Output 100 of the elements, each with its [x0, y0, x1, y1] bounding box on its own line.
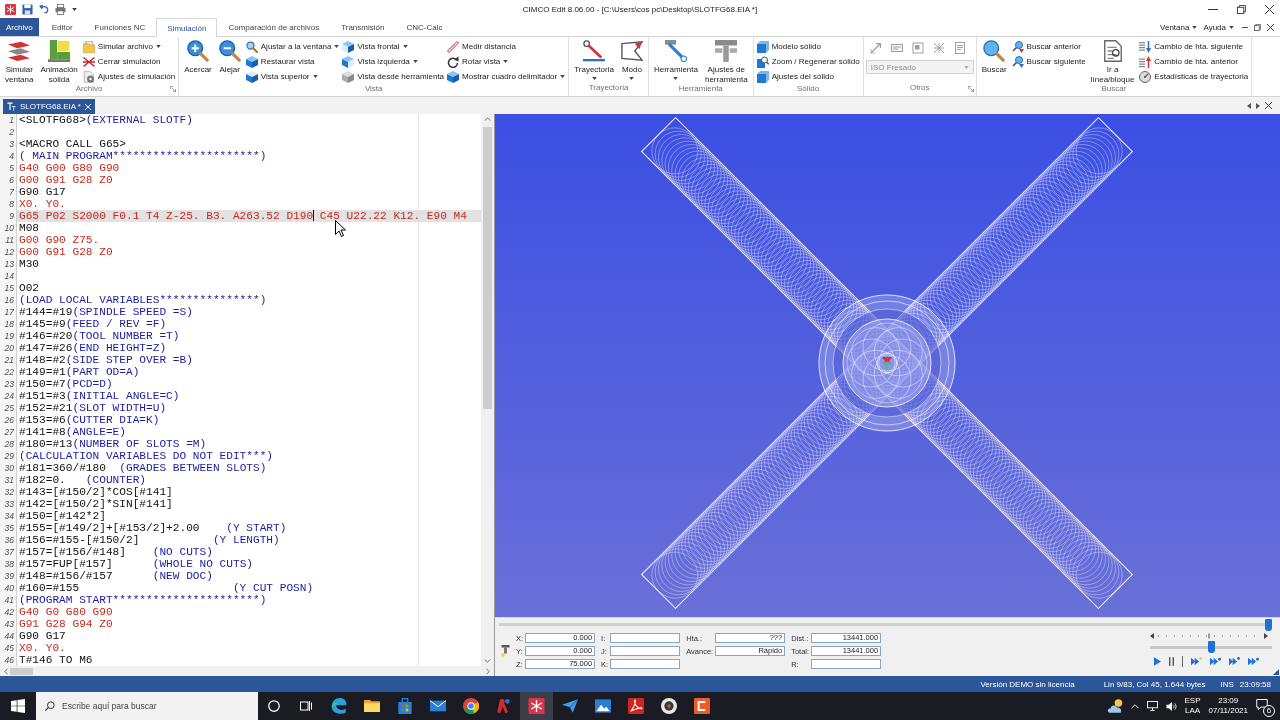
snowflake-tile-icon[interactable] [520, 692, 553, 720]
envelope-icon[interactable] [429, 698, 446, 714]
file-tab[interactable]: Archivo [0, 18, 39, 36]
ribbon-button[interactable]: Restaurar vista [244, 54, 341, 69]
fast-forward-icon[interactable] [1229, 657, 1240, 666]
ribbon-button[interactable]: Cerrar simulación [81, 54, 177, 69]
value-field[interactable] [610, 646, 681, 656]
ribbon-tab[interactable]: Simulación [156, 18, 218, 37]
ribbon-tab[interactable]: Funciones NC [83, 18, 157, 36]
cloud-sun-icon[interactable] [1106, 699, 1123, 713]
close-icon[interactable] [1265, 102, 1272, 109]
ribbon-button[interactable]: Vista frontal [341, 39, 446, 54]
minimize-icon[interactable] [1208, 8, 1218, 10]
slider-thumb[interactable] [1207, 641, 1215, 653]
scroll-left-icon[interactable] [1247, 102, 1251, 109]
ribbon-button[interactable]: Simular ventana [2, 39, 37, 84]
ribbon-button[interactable]: Ir a línea/bloque [1087, 39, 1138, 84]
swirl-icon[interactable] [330, 698, 347, 714]
ribbon-button[interactable]: Medir distancia [446, 39, 567, 54]
landscape-icon[interactable] [594, 698, 611, 714]
shopping-bag-icon[interactable] [396, 698, 413, 714]
printer-icon[interactable] [55, 3, 66, 15]
undo-icon[interactable] [39, 4, 49, 14]
ribbon-button[interactable]: Herramienta [650, 39, 701, 80]
ribbon-tab[interactable]: CNC-Calc [395, 18, 454, 36]
close-icon[interactable] [1267, 23, 1274, 31]
value-field[interactable] [811, 659, 882, 669]
ribbon-button[interactable]: Buscar anterior [1010, 39, 1087, 54]
horizontal-scrollbar[interactable] [0, 666, 494, 676]
ribbon-button[interactable]: Ajustes del sólido [755, 69, 861, 84]
ribbon-button[interactable]: Modo [617, 39, 646, 80]
close-icon[interactable] [1265, 4, 1274, 14]
restore-icon[interactable] [1254, 23, 1261, 31]
simulation-viewport[interactable] [495, 114, 1280, 617]
ribbon-button[interactable]: Ajustes de simulación [81, 69, 177, 84]
list-arrow-icon [1139, 55, 1152, 68]
caret-icon[interactable] [72, 7, 77, 11]
bracket-tile-icon[interactable] [693, 698, 710, 714]
ribbon-button[interactable]: Buscar [978, 39, 1010, 75]
ribbon-button[interactable]: Acercar [181, 39, 215, 75]
ribbon-button[interactable]: Ajustar a la ventana [244, 39, 341, 54]
ribbon-button[interactable]: Vista izquierda [341, 54, 446, 69]
circle-icon[interactable] [268, 700, 280, 712]
ribbon-button[interactable]: Cambio de hta. anterior [1138, 54, 1250, 69]
input-language[interactable]: ESP [1184, 696, 1201, 706]
scroll-right-icon[interactable] [1256, 102, 1260, 109]
ribbon-button[interactable]: Vista desde herramienta [341, 69, 446, 84]
start-icon[interactable] [11, 699, 25, 713]
segmented-circle-icon[interactable] [462, 698, 479, 714]
minimize-icon[interactable] [1242, 26, 1248, 28]
ribbon-button[interactable]: Mostrar cuadro delimitador [446, 69, 567, 84]
fast-forward-icon[interactable] [1210, 657, 1221, 666]
ribbon-button[interactable]: Buscar siguiente [1010, 54, 1087, 69]
save-icon[interactable] [22, 3, 33, 15]
launcher-icon[interactable] [170, 86, 177, 92]
pause-icon[interactable] [1169, 657, 1174, 666]
ribbon-tab[interactable]: Transmisión [330, 18, 396, 36]
curve-tile-icon[interactable] [627, 698, 644, 714]
value-field[interactable] [610, 659, 681, 669]
ribbon-button[interactable]: Modelo sólido [755, 39, 861, 54]
ribbon-button[interactable]: Trayectoria [571, 39, 617, 80]
ribbon-button[interactable]: Zoom / Regenerar sólido [755, 54, 861, 69]
launcher-icon[interactable] [967, 86, 974, 92]
paper-plane-icon[interactable] [561, 698, 578, 714]
ribbon-button[interactable]: Estadísticas de trayectoria [1138, 69, 1250, 84]
fast-forward-icon[interactable] [1248, 657, 1259, 666]
ribbon-tab[interactable]: Editor [40, 18, 84, 36]
menu-button[interactable]: Ventana [1160, 22, 1198, 32]
ribbon-button[interactable]: Alejar [215, 39, 244, 75]
network-icon[interactable] [1146, 701, 1158, 711]
ribbon-button[interactable]: Vista superior [244, 69, 341, 84]
ribbon-button[interactable]: Animación sólida [37, 39, 81, 84]
disc-icon[interactable] [660, 698, 677, 714]
restore-icon[interactable] [1237, 4, 1246, 14]
ribbon-button[interactable]: Ajustes de herramienta [701, 39, 751, 84]
task-view-icon[interactable] [300, 700, 312, 712]
clock-time[interactable]: 23:09 [1218, 696, 1239, 706]
ribbon-button[interactable]: Rotar vista [446, 54, 567, 69]
ribbon-tab[interactable]: Comparación de archivos [217, 18, 331, 36]
document-tab[interactable]: SLOTFG68.EIA * [3, 99, 95, 114]
fast-forward-icon[interactable] [1191, 657, 1202, 666]
code-line: #145=#9(FEED / REV =F) [19, 318, 167, 330]
volume-icon[interactable] [1165, 700, 1177, 712]
scrollbar-thumb[interactable] [10, 667, 33, 675]
notification-icon[interactable] [1256, 699, 1268, 710]
chevron-up-icon[interactable] [1130, 703, 1139, 709]
line-number: 18 [3, 318, 15, 330]
ribbon-button[interactable]: Cambio de hta. siguiente [1138, 39, 1250, 54]
search-field[interactable]: Escribe aquí para buscar [36, 692, 258, 720]
line-number: 13 [3, 258, 15, 270]
scrollbar-thumb[interactable] [483, 127, 492, 409]
slider-thumb[interactable] [1265, 618, 1272, 631]
ribbon-button[interactable]: Simular archivo [81, 39, 177, 54]
keyboard-layout[interactable]: LAA [1184, 706, 1201, 716]
value-field[interactable] [610, 633, 681, 643]
folder-icon[interactable] [363, 698, 380, 714]
figure-icon[interactable] [495, 698, 512, 714]
play-icon[interactable] [1154, 657, 1161, 666]
clock-date[interactable]: 07/11/2021 [1208, 706, 1248, 716]
menu-button[interactable]: Ayuda [1203, 22, 1234, 32]
